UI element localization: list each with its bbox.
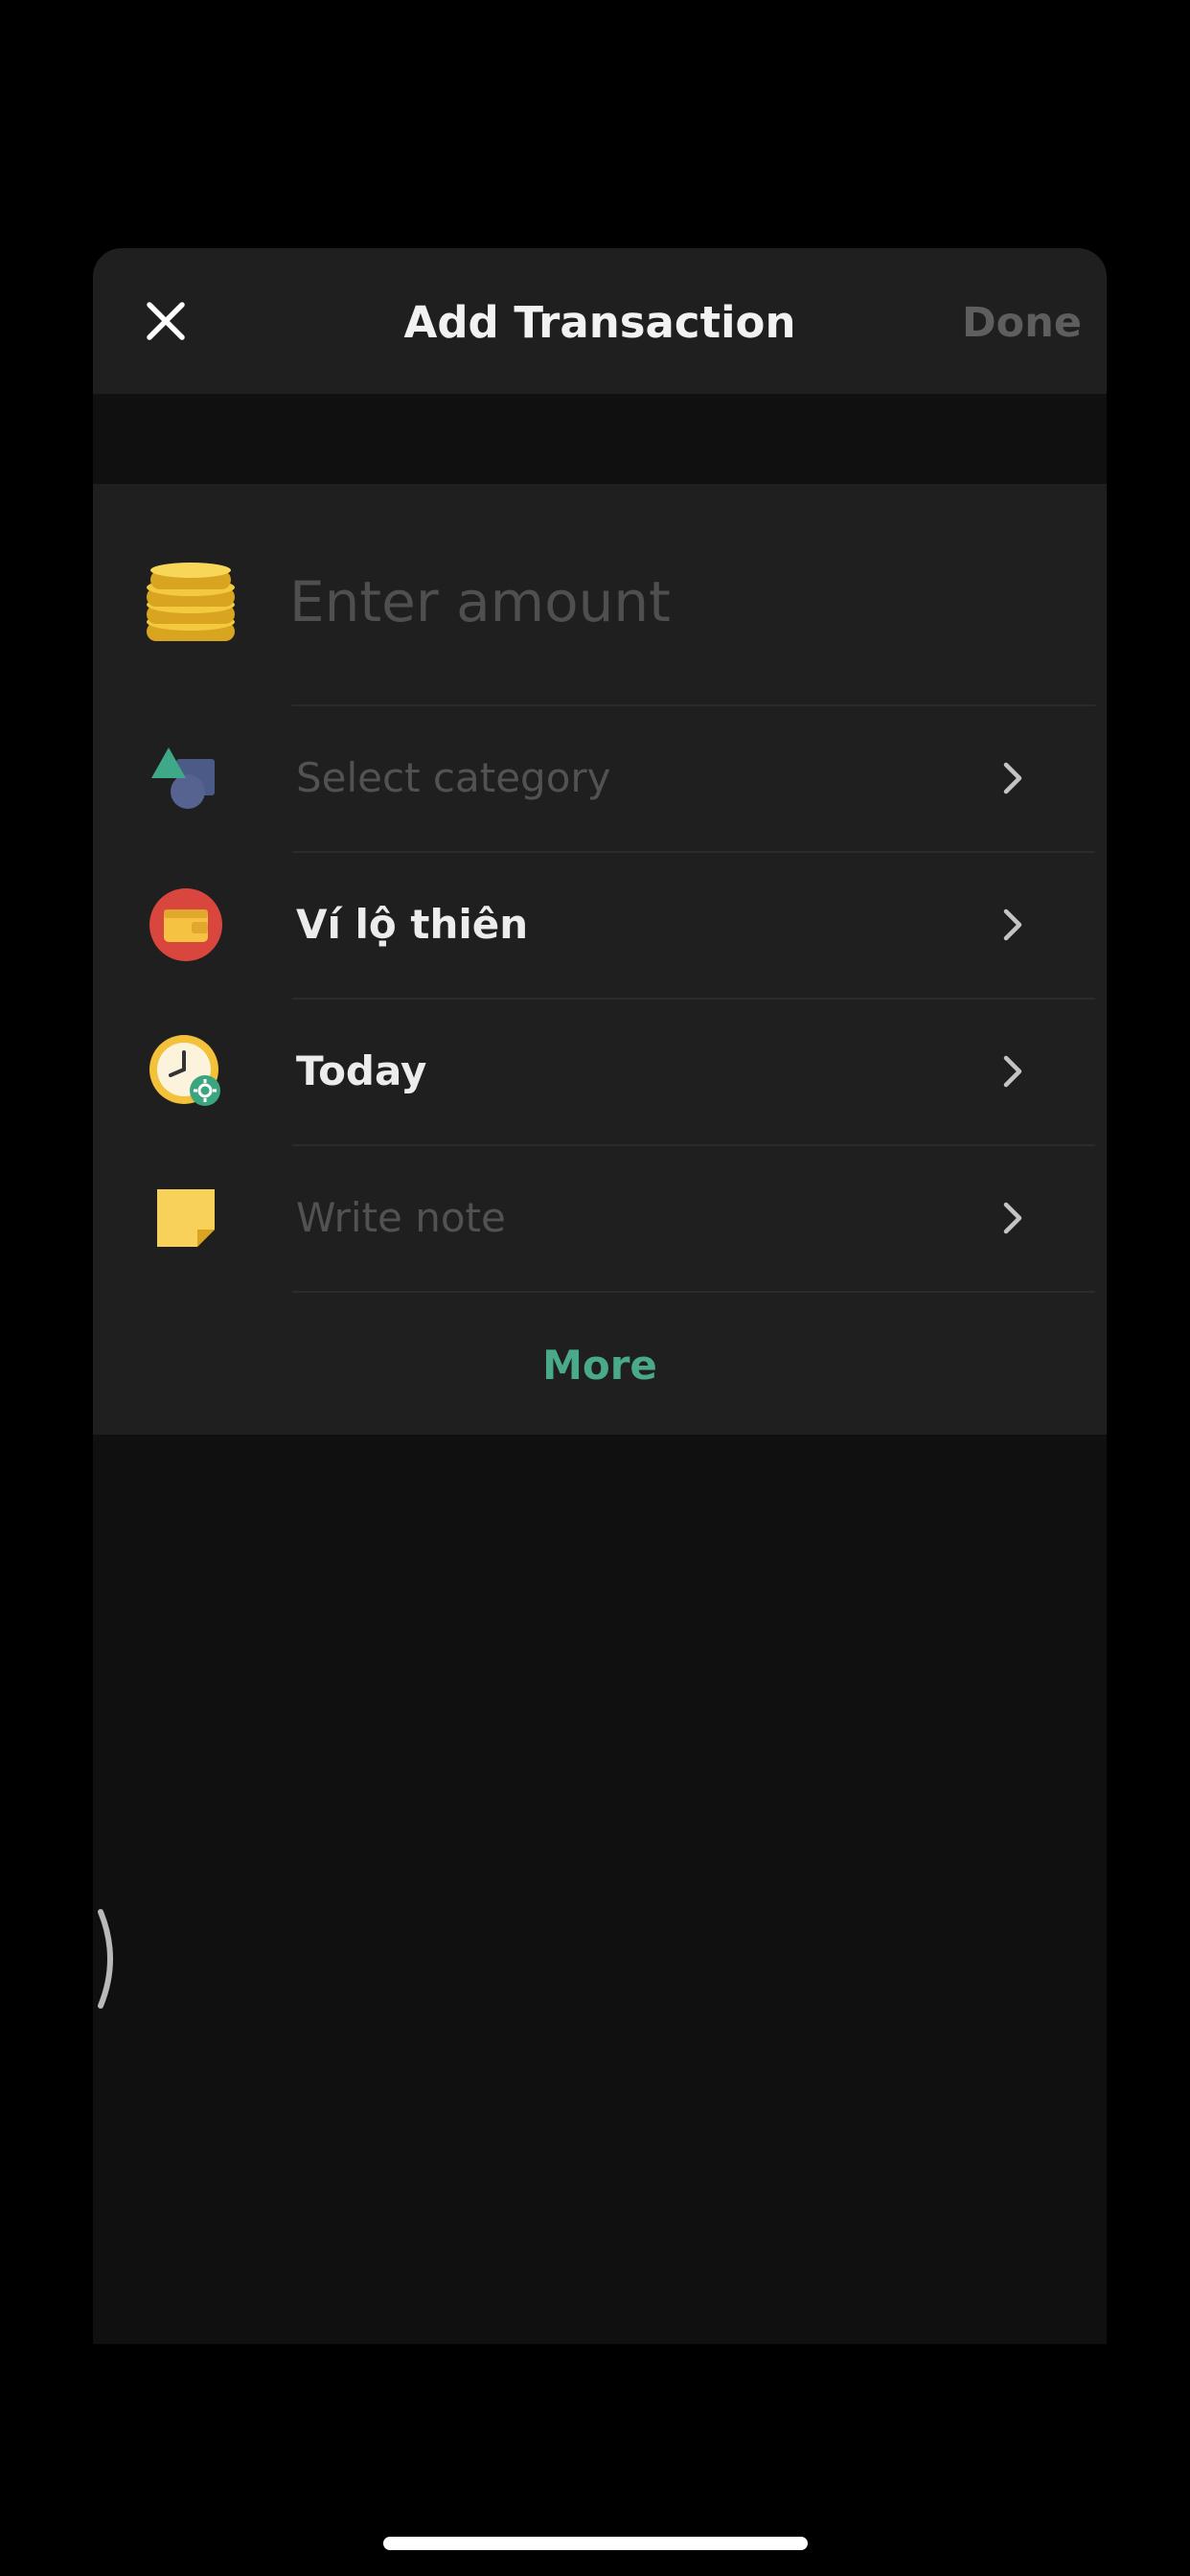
more-button[interactable]: More [93, 1337, 1107, 1394]
page-title: Add Transaction [403, 297, 796, 348]
chevron-right-icon [1003, 1055, 1022, 1088]
coins-icon [147, 563, 235, 641]
clock-icon [149, 1035, 220, 1106]
note-icon [157, 1189, 215, 1247]
chevron-right-icon [1003, 762, 1022, 794]
close-icon [147, 302, 185, 340]
home-indicator [383, 2537, 808, 2550]
amount-row [93, 484, 1107, 704]
category-label: Select category [296, 754, 611, 801]
shapes-icon [151, 748, 215, 809]
wallet-row[interactable]: Ví lộ thiên [93, 852, 1107, 998]
close-button[interactable] [137, 292, 195, 350]
done-button[interactable]: Done [962, 294, 1082, 352]
screen: Add Transaction Done Enter amount Select… [0, 0, 1190, 2576]
transaction-form: Select category Ví lộ thiên [93, 484, 1107, 1435]
note-row[interactable]: Write note [93, 1145, 1107, 1291]
chevron-right-icon [1003, 908, 1022, 941]
amount-input[interactable] [289, 559, 1075, 645]
side-handle[interactable] [93, 1906, 122, 2012]
add-transaction-sheet: Add Transaction Done Enter amount Select… [93, 248, 1107, 2344]
date-row[interactable]: Today [93, 999, 1107, 1144]
wallet-label: Ví lộ thiên [296, 901, 529, 948]
date-label: Today [296, 1047, 427, 1094]
wallet-icon [149, 888, 222, 961]
divider [292, 1291, 1095, 1293]
navigation-bar: Add Transaction Done [93, 248, 1107, 394]
chevron-right-icon [1003, 1202, 1022, 1234]
category-row[interactable]: Select category [93, 705, 1107, 851]
note-label: Write note [296, 1194, 506, 1241]
